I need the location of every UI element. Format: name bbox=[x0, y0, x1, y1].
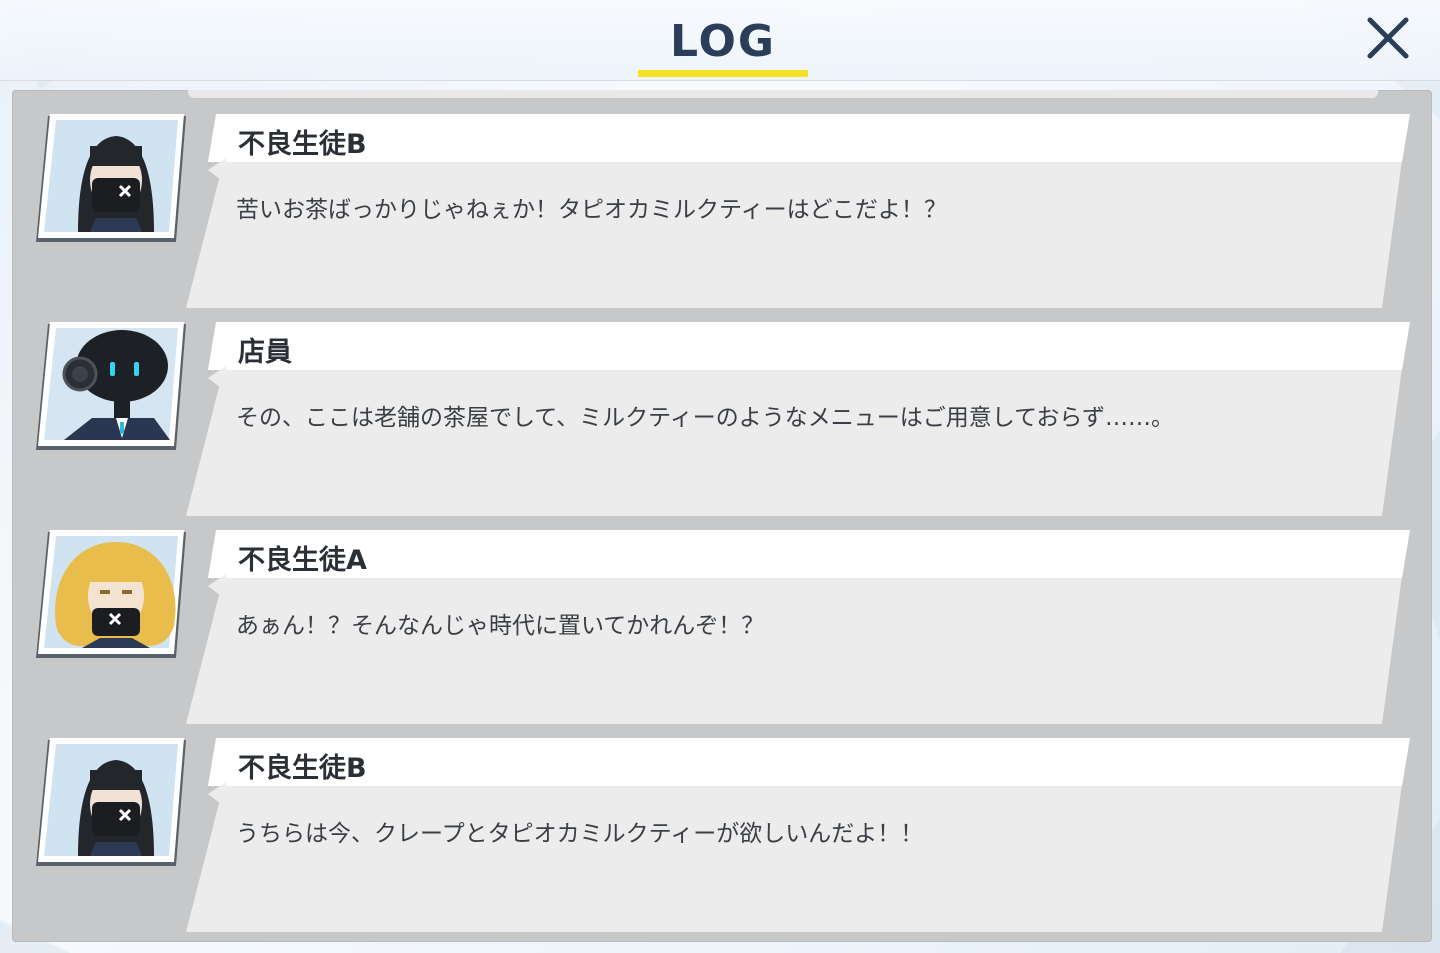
speaker-name: 不良生徒B bbox=[238, 129, 367, 160]
message-bubble: 不良生徒A あぁん！？そんなんじゃ時代に置いてかれんぞ！？ bbox=[186, 530, 1412, 730]
avatar bbox=[34, 530, 190, 660]
message-text: 苦いお茶ばっかりじゃねぇか！タピオカミルクティーはどこだよ！？ bbox=[236, 197, 947, 223]
log-entry: 不良生徒B 苦いお茶ばっかりじゃねぇか！タピオカミルクティーはどこだよ！？ bbox=[12, 114, 1432, 314]
delinquent-a-portrait-icon bbox=[36, 530, 186, 658]
robot-clerk-portrait-icon bbox=[36, 322, 186, 450]
speaker-name: 店員 bbox=[238, 337, 292, 368]
close-button[interactable] bbox=[1360, 10, 1416, 66]
header-bar: LOG bbox=[0, 0, 1440, 81]
avatar bbox=[34, 114, 190, 244]
speaker-name: 不良生徒B bbox=[238, 753, 367, 784]
log-entry: 不良生徒B うちらは今、クレープとタピオカミルクティーが欲しいんだよ！！ bbox=[12, 738, 1432, 938]
log-screen: LOG 不良生徒B 苦いお茶ばっかりじゃねぇか！タピオカミルクティーはどこだよ！… bbox=[0, 0, 1440, 953]
close-icon bbox=[1367, 17, 1409, 59]
message-bubble: 不良生徒B 苦いお茶ばっかりじゃねぇか！タピオカミルクティーはどこだよ！？ bbox=[186, 114, 1412, 314]
speaker-name: 不良生徒A bbox=[238, 545, 367, 576]
avatar bbox=[34, 738, 190, 868]
message-text: その、ここは老舗の茶屋でして、ミルクティーのようなメニューはご用意しておらず……… bbox=[236, 405, 1174, 431]
delinquent-b-portrait-icon bbox=[36, 738, 186, 866]
message-bubble: 店員 その、ここは老舗の茶屋でして、ミルクティーのようなメニューはご用意しておら… bbox=[186, 322, 1412, 522]
avatar bbox=[34, 322, 190, 452]
log-panel[interactable]: 不良生徒B 苦いお茶ばっかりじゃねぇか！タピオカミルクティーはどこだよ！？ 店員… bbox=[12, 90, 1432, 942]
message-text: あぁん！？そんなんじゃ時代に置いてかれんぞ！？ bbox=[236, 613, 765, 639]
log-entry: 不良生徒A あぁん！？そんなんじゃ時代に置いてかれんぞ！？ bbox=[12, 530, 1432, 730]
log-entry: 店員 その、ここは老舗の茶屋でして、ミルクティーのようなメニューはご用意しておら… bbox=[12, 322, 1432, 522]
message-text: うちらは今、クレープとタピオカミルクティーが欲しいんだよ！！ bbox=[236, 821, 924, 847]
page-title: LOG bbox=[670, 16, 776, 67]
title-underline bbox=[638, 70, 808, 77]
message-bubble: 不良生徒B うちらは今、クレープとタピオカミルクティーが欲しいんだよ！！ bbox=[186, 738, 1412, 938]
previous-entry-edge bbox=[188, 90, 1378, 98]
delinquent-b-portrait-icon bbox=[36, 114, 186, 242]
